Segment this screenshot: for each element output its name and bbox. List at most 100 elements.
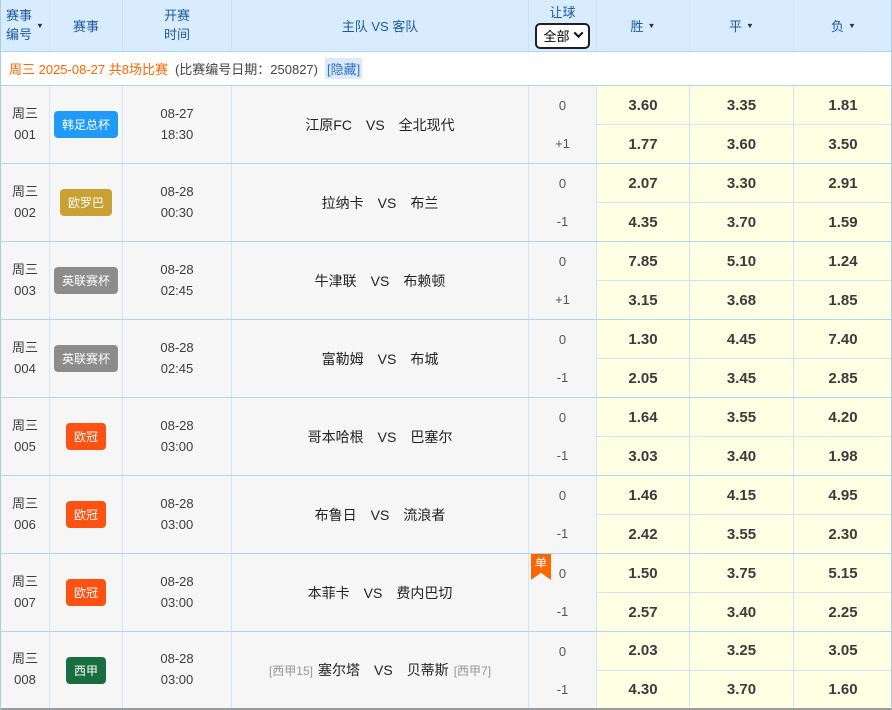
odds-cell-draw-line2[interactable]: 3.55 [690,515,793,553]
odds-cell-draw-line2[interactable]: 3.60 [690,125,793,163]
draw-odds-column: 3.303.70 [690,164,794,241]
odds-cell-win-line2[interactable]: 3.15 [597,281,689,319]
date-label: 08-28 [160,182,193,203]
odds-cell-lose-line1[interactable]: 1.24 [794,242,892,281]
sort-arrow-icon: ▼ [36,21,44,29]
odds-cell-lose-line1[interactable]: 4.20 [794,398,892,437]
handicap-filter-select[interactable]: 全部 [535,23,589,49]
handicap-value-line1: 0 [529,242,596,281]
odds-cell-draw-line2[interactable]: 3.40 [690,593,793,631]
odds-cell-lose-line2[interactable]: 1.98 [794,437,892,475]
match-row: 周三003英联赛杯08-2802:45牛津联VS布赖顿0+17.853.155.… [1,242,891,320]
match-row: 周三008西甲08-2803:00[西甲15]塞尔塔VS贝蒂斯[西甲7]0-12… [1,632,891,708]
handicap-cell: 0-1 [529,320,597,397]
home-team-name: 哥本哈根 [308,427,364,447]
hide-link[interactable]: [隐藏] [325,58,362,79]
odds-cell-lose-line2[interactable]: 3.50 [794,125,892,163]
odds-cell-lose-line2[interactable]: 1.59 [794,203,892,241]
date-label: 08-28 [160,260,193,281]
league-cell: 欧罗巴 [50,164,123,241]
odds-cell-draw-line1[interactable]: 5.10 [690,242,793,281]
teams-cell: 本菲卡VS费内巴切 [232,554,529,631]
league-cell: 欧冠 [50,398,123,475]
teams-cell: [西甲15]塞尔塔VS贝蒂斯[西甲7] [232,632,529,708]
odds-cell-draw-line1[interactable]: 3.75 [690,554,793,593]
handicap-filter-value: 全部 [543,26,569,45]
handicap-value-line2: -1 [529,515,596,554]
league-badge: 英联赛杯 [54,345,118,372]
match-number-cell: 周三001 [1,86,50,163]
match-number-cell: 周三004 [1,320,50,397]
odds-cell-draw-line2[interactable]: 3.40 [690,437,793,475]
odds-cell-draw-line1[interactable]: 3.25 [690,632,793,671]
odds-cell-lose-line1[interactable]: 7.40 [794,320,892,359]
odds-cell-draw-line2[interactable]: 3.45 [690,359,793,397]
odds-cell-draw-line1[interactable]: 3.55 [690,398,793,437]
odds-cell-win-line2[interactable]: 3.03 [597,437,689,475]
odds-cell-draw-line1[interactable]: 4.45 [690,320,793,359]
odds-cell-draw-line2[interactable]: 3.70 [690,203,793,241]
header-win-label: 胜 [631,16,644,35]
odds-cell-draw-line2[interactable]: 3.68 [690,281,793,319]
odds-cell-draw-line1[interactable]: 3.35 [690,86,793,125]
time-label: 03:00 [161,515,194,536]
handicap-cell: 0+1 [529,86,597,163]
odds-cell-draw-line1[interactable]: 3.30 [690,164,793,203]
odds-cell-win-line2[interactable]: 1.77 [597,125,689,163]
league-cell: 西甲 [50,632,123,708]
header-match-number-sort[interactable]: 赛事 编号 ▼ [1,0,50,51]
handicap-value-line2: -1 [529,437,596,476]
odds-cell-win-line2[interactable]: 2.42 [597,515,689,553]
odds-cell-win-line1[interactable]: 1.46 [597,476,689,515]
odds-cell-win-line1[interactable]: 1.30 [597,320,689,359]
odds-cell-lose-line1[interactable]: 1.81 [794,86,892,125]
odds-cell-win-line1[interactable]: 3.60 [597,86,689,125]
away-rank-tag: [西甲7] [454,662,491,679]
away-team-name: 全北现代 [399,115,455,135]
handicap-value-line2: -1 [529,359,596,398]
odds-cell-lose-line1[interactable]: 3.05 [794,632,892,671]
odds-cell-lose-line1[interactable]: 4.95 [794,476,892,515]
vs-label: VS [364,585,383,601]
home-team-name: 富勒姆 [322,349,364,369]
match-number-label: 007 [14,593,36,614]
odds-cell-lose-line2[interactable]: 2.85 [794,359,892,397]
odds-cell-lose-line2[interactable]: 1.60 [794,671,892,709]
header-win-sort[interactable]: 胜 ▼ [597,0,690,51]
match-row: 周三005欧冠08-2803:00哥本哈根VS巴塞尔0-11.643.033.5… [1,398,891,476]
header-draw-sort[interactable]: 平 ▼ [690,0,794,51]
odds-cell-win-line1[interactable]: 1.50 [597,554,689,593]
odds-cell-win-line2[interactable]: 4.30 [597,671,689,709]
away-team-name: 布城 [410,349,438,369]
odds-cell-draw-line2[interactable]: 3.70 [690,671,793,709]
header-teams: 主队 VS 客队 [232,0,529,51]
draw-odds-column: 4.453.45 [690,320,794,397]
odds-cell-win-line1[interactable]: 1.64 [597,398,689,437]
odds-cell-lose-line1[interactable]: 2.91 [794,164,892,203]
handicap-cell: 0-1 [529,632,597,708]
odds-cell-win-line1[interactable]: 2.07 [597,164,689,203]
match-row: 周三001韩足总杯08-2718:30江原FCVS全北现代0+13.601.77… [1,86,891,164]
handicap-cell: 0-1 [529,476,597,553]
draw-odds-column: 4.153.55 [690,476,794,553]
odds-cell-lose-line2[interactable]: 2.25 [794,593,892,631]
handicap-value-line1: 0 [529,398,596,437]
start-time-cell: 08-2718:30 [123,86,232,163]
header-lose-sort[interactable]: 负 ▼ [794,0,892,51]
odds-cell-lose-line1[interactable]: 5.15 [794,554,892,593]
odds-cell-draw-line1[interactable]: 4.15 [690,476,793,515]
vs-label: VS [378,351,397,367]
away-team-name: 流浪者 [403,505,445,525]
odds-cell-win-line1[interactable]: 2.03 [597,632,689,671]
odds-cell-win-line2[interactable]: 2.05 [597,359,689,397]
odds-cell-lose-line2[interactable]: 1.85 [794,281,892,319]
match-number-label: 005 [14,437,36,458]
odds-cell-win-line2[interactable]: 4.35 [597,203,689,241]
odds-cell-win-line2[interactable]: 2.57 [597,593,689,631]
odds-cell-lose-line2[interactable]: 2.30 [794,515,892,553]
lose-odds-column: 4.201.98 [794,398,892,475]
away-team-name: 布兰 [410,193,438,213]
date-label: 08-28 [160,649,193,670]
odds-cell-win-line1[interactable]: 7.85 [597,242,689,281]
vs-label: VS [374,662,393,678]
